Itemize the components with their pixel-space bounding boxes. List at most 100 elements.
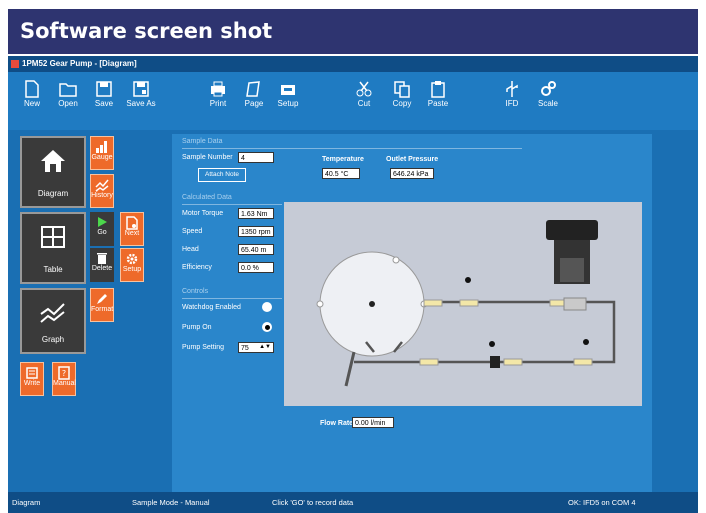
next-document-icon [126,216,138,230]
page-label: Page [244,99,264,108]
table-label: Table [43,265,63,274]
table-view-button[interactable]: Table [20,212,86,284]
pencil-icon [97,294,107,304]
page-banner-title: Software screen shot [8,9,698,54]
print-label: Print [209,99,227,108]
page-button[interactable]: Page [240,80,268,116]
right-margin [656,130,698,492]
manual-button[interactable]: ? Manual [52,362,76,396]
gears-icon [541,81,556,96]
save-button[interactable]: Save [90,80,118,116]
history-button[interactable]: History [90,174,114,208]
delete-label: Delete [91,265,113,272]
window-titlebar: 1PM52 Gear Pump - [Diagram] [8,56,698,72]
app-window: 1PM52 Gear Pump - [Diagram] New Open Sav… [8,56,698,513]
next-button[interactable]: Next [120,212,144,246]
history-label: History [91,192,113,199]
new-label: New [23,99,40,108]
trash-icon [97,253,107,264]
copy-icon [394,81,410,98]
sample-data-header: Sample Data [182,138,223,145]
cut-label: Cut [357,99,371,108]
motor-torque-field: 1.63 Nm [238,208,274,219]
scale-button[interactable]: Scale [534,80,562,116]
toolbar: New Open Save Save As Print Page Setup C… [8,72,698,130]
controls-header: Controls [182,288,209,295]
copy-button[interactable]: Copy [388,80,416,116]
outlet-pressure-label: Outlet Pressure [386,156,439,163]
sample-number-field[interactable]: 4 [238,152,274,163]
sample-setup-button[interactable]: Setup [120,248,144,282]
save-icon [96,81,112,97]
flow-rate-label: Flow Rate [320,420,354,427]
motor-torque-label: Motor Torque [182,210,224,217]
home-icon [41,150,65,172]
pump-on-radio[interactable] [262,322,272,332]
cut-button[interactable]: Cut [350,80,378,116]
usb-icon [506,81,518,97]
attach-note-button[interactable]: Attach Note [198,168,246,182]
table-icon [41,226,65,248]
paste-label: Paste [427,99,449,108]
pump-circuit-schematic [316,220,616,387]
left-panel: Diagram Table Graph Gauge History Go Nex… [8,130,168,492]
setup-button[interactable]: Setup [274,80,302,116]
folder-icon [59,83,77,97]
status-view: Diagram [12,498,41,507]
graph-view-button[interactable]: Graph [20,288,86,354]
graph-label: Graph [41,335,65,344]
printer-icon [211,81,225,97]
history-chart-icon [95,179,109,192]
save-as-label: Save As [126,99,156,108]
status-bar: Diagram Sample Mode - Manual Click 'GO' … [8,492,698,513]
temperature-label: Temperature [322,156,364,163]
svg-text:?: ? [62,369,66,378]
bar-chart-icon [96,141,107,153]
diagram-view-button[interactable]: Diagram [20,136,86,208]
format-button[interactable]: Format [90,288,114,322]
status-mode: Sample Mode - Manual [132,498,210,507]
speed-label: Speed [182,228,203,235]
pump-diagram [284,202,642,406]
next-label: Next [124,230,140,237]
note-icon [26,367,38,379]
outlet-pressure-field: 646.24 kPa [390,168,434,179]
go-button[interactable]: Go [90,212,114,246]
manual-label: Manual [53,380,76,387]
temperature-field: 40.5 °C [322,168,360,179]
speed-field: 1350 rpm [238,226,274,237]
scale-label: Scale [537,99,558,108]
write-button[interactable]: Write [20,362,44,396]
diagram-label: Diagram [37,189,69,198]
spinner-arrows-icon: ▲▼ [259,344,271,350]
play-icon [98,217,107,227]
print-button[interactable]: Print [204,80,232,116]
page-setup-icon [246,81,260,97]
gauge-label: Gauge [91,154,113,161]
sample-number-label: Sample Number [182,154,233,161]
scissors-icon [356,81,372,97]
save-label: Save [94,99,114,108]
ifd-button[interactable]: IFD [498,80,526,116]
write-label: Write [23,380,41,387]
new-button[interactable]: New [18,80,46,116]
paste-button[interactable]: Paste [424,80,452,116]
gauge-button[interactable]: Gauge [90,136,114,170]
pump-setting-label: Pump Setting [182,344,225,351]
open-button[interactable]: Open [54,80,82,116]
setup-label: Setup [277,99,299,108]
flow-rate-field: 0.00 l/min [352,417,394,428]
pump-setting-value: 75 [241,345,249,352]
paste-icon [431,81,445,98]
pump-setting-stepper[interactable]: 75 ▲▼ [238,342,274,353]
open-label: Open [58,99,78,108]
head-label: Head [182,246,199,253]
go-label: Go [97,229,107,236]
gear-icon [126,253,138,265]
watchdog-radio[interactable] [262,302,272,312]
efficiency-field: 0.0 % [238,262,274,273]
save-as-button[interactable]: Save As [124,80,158,116]
delete-button[interactable]: Delete [90,248,114,282]
status-hint: Click 'GO' to record data [272,498,354,507]
copy-label: Copy [392,99,412,108]
